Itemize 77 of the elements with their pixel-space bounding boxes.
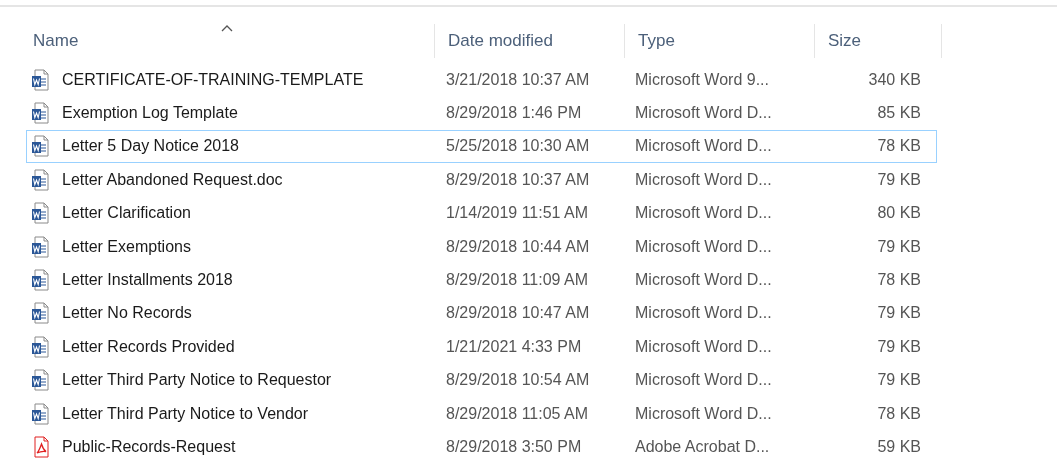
file-name: Letter Third Party Notice to Vendor xyxy=(62,403,309,424)
size-cell: 79 KB xyxy=(877,170,921,188)
column-header[interactable]: Date modified xyxy=(435,24,625,58)
file-row[interactable]: Letter Records Provided 1/21/2021 4:33 PM Microsoft Word D... 79 KB xyxy=(26,330,937,364)
date-cell: 5/25/2018 10:30 AM xyxy=(446,137,590,155)
word-document-icon xyxy=(31,135,49,158)
size-cell: 340 KB xyxy=(868,70,921,88)
size-cell: 79 KB xyxy=(877,304,921,322)
date-cell: 1/21/2021 4:33 PM xyxy=(446,337,582,355)
date-cell: 8/29/2018 1:46 PM xyxy=(446,104,582,122)
date-cell: 8/29/2018 3:50 PM xyxy=(446,438,582,455)
type-cell: Microsoft Word D... xyxy=(635,204,772,222)
date-cell: 8/29/2018 10:37 AM xyxy=(446,170,590,188)
size-cell: 85 KB xyxy=(877,104,921,122)
file-row[interactable]: Public-Records-Request 8/29/2018 3:50 PM Adobe Acrobat D... 59 KB xyxy=(26,430,937,463)
size-cell: 78 KB xyxy=(877,404,921,422)
pdf-document-icon xyxy=(31,436,49,458)
file-row[interactable]: Letter Third Party Notice to Vendor 8/29/2018 11:05 AM Microsoft Word D... 78 KB xyxy=(26,396,937,431)
word-document-icon xyxy=(31,269,49,292)
size-cell: 79 KB xyxy=(877,337,921,355)
size-cell: 80 KB xyxy=(877,204,921,222)
type-cell: Microsoft Word D... xyxy=(635,404,772,422)
date-cell: 3/21/2018 10:37 AM xyxy=(446,70,590,88)
date-cell: 8/29/2018 11:09 AM xyxy=(446,271,589,289)
file-name: Letter Exemptions xyxy=(62,236,191,257)
file-row[interactable]: Exemption Log Template 8/29/2018 1:46 PM Microsoft Word D... 85 KB xyxy=(26,96,937,130)
file-row[interactable]: Letter No Records 8/29/2018 10:47 AM Microsoft Word D... 79 KB xyxy=(26,296,937,331)
type-cell: Microsoft Word D... xyxy=(635,271,772,289)
word-document-icon xyxy=(31,168,49,191)
file-row[interactable]: Letter Exemptions 8/29/2018 10:44 AM Microsoft Word D... 79 KB xyxy=(26,229,937,264)
file-name: CERTIFICATE-OF-TRAINING-TEMPLATE xyxy=(62,69,364,90)
size-cell: 59 KB xyxy=(877,438,921,455)
file-name: Letter No Records xyxy=(62,303,192,324)
file-name: Letter Records Provided xyxy=(62,336,235,357)
type-cell: Microsoft Word D... xyxy=(635,237,772,255)
date-cell: 8/29/2018 10:54 AM xyxy=(446,371,590,389)
type-cell: Microsoft Word D... xyxy=(635,137,772,155)
file-row[interactable]: Letter Abandoned Request.doc 8/29/2018 10:37 AM Microsoft Word D... 79 KB xyxy=(26,163,937,197)
file-name: Exemption Log Template xyxy=(62,103,238,124)
column-header[interactable]: Type xyxy=(625,24,815,58)
file-row[interactable]: Letter Clarification 1/14/2019 11:51 AM Microsoft Word D... 80 KB xyxy=(26,196,937,230)
file-row[interactable]: Letter Third Party Notice to Requestor 8/29/2018 10:54 AM Microsoft Word D... 79 KB xyxy=(26,363,937,397)
size-cell: 79 KB xyxy=(877,237,921,255)
word-document-icon xyxy=(31,68,49,91)
date-cell: 8/29/2018 10:44 AM xyxy=(446,237,590,255)
file-name: Letter Clarification xyxy=(62,203,191,224)
file-row[interactable]: Letter 5 Day Notice 2018 5/25/2018 10:30 AM Microsoft Word D... 78 KB xyxy=(26,129,937,164)
word-document-icon xyxy=(31,402,49,425)
size-cell: 78 KB xyxy=(877,137,921,155)
type-cell: Microsoft Word D... xyxy=(635,170,772,188)
date-cell: 8/29/2018 11:05 AM xyxy=(446,404,589,422)
word-document-icon xyxy=(31,335,49,358)
file-name: Letter Abandoned Request.doc xyxy=(62,169,283,190)
date-cell: 8/29/2018 10:47 AM xyxy=(446,304,590,322)
word-document-icon xyxy=(31,302,49,325)
type-cell: Microsoft Word D... xyxy=(635,304,772,322)
column-header[interactable]: Size xyxy=(815,24,942,58)
file-name: Letter Installments 2018 xyxy=(62,270,233,291)
type-cell: Adobe Acrobat D... xyxy=(635,438,770,455)
word-document-icon xyxy=(31,102,49,125)
size-cell: 78 KB xyxy=(877,271,921,289)
word-document-icon xyxy=(31,202,49,225)
type-cell: Microsoft Word D... xyxy=(635,104,772,122)
date-cell: 1/14/2019 11:51 AM xyxy=(446,204,589,222)
type-cell: Microsoft Word 9... xyxy=(635,70,769,88)
file-name: Public-Records-Request xyxy=(62,437,236,457)
type-cell: Microsoft Word D... xyxy=(635,337,772,355)
file-name: Letter Third Party Notice to Requestor xyxy=(62,370,332,391)
file-name: Letter 5 Day Notice 2018 xyxy=(62,136,239,157)
column-header[interactable]: Name xyxy=(20,24,435,58)
type-cell: Microsoft Word D... xyxy=(635,371,772,389)
size-cell: 79 KB xyxy=(877,371,921,389)
word-document-icon xyxy=(31,235,49,258)
file-row[interactable]: Letter Installments 2018 8/29/2018 11:09 AM Microsoft Word D... 78 KB xyxy=(26,263,937,297)
file-row[interactable]: CERTIFICATE-OF-TRAINING-TEMPLATE 3/21/2018 10:37 AM Microsoft Word 9... 340 KB xyxy=(26,63,937,97)
sort-ascending-icon xyxy=(221,25,233,32)
word-document-icon xyxy=(31,369,49,392)
